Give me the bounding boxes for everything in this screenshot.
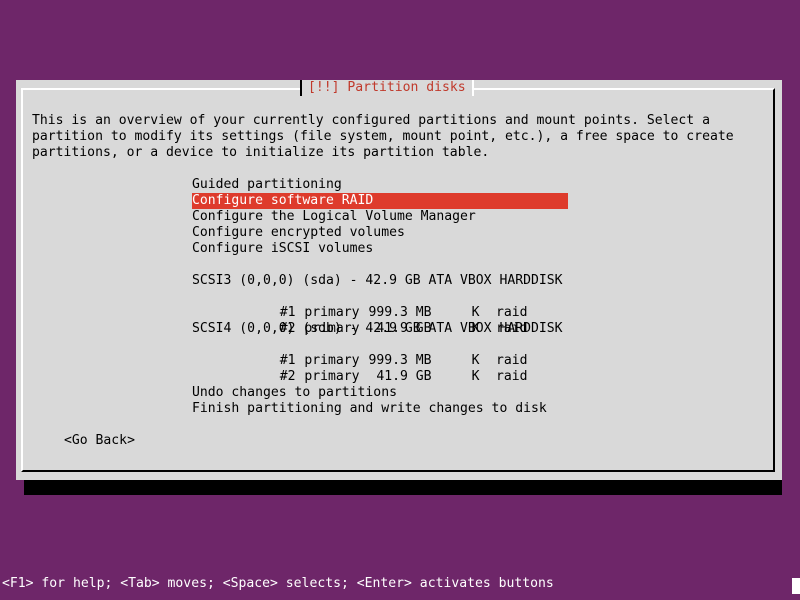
- partition-disks-dialog: [!!] Partition disks This is an overview…: [16, 80, 782, 480]
- disk-entry-sda[interactable]: SCSI3 (0,0,0) (sda) - 42.9 GB ATA VBOX H…: [192, 273, 563, 289]
- menu-item-configure-encrypted-volumes[interactable]: Configure encrypted volumes: [192, 225, 568, 241]
- intro-text-line-3: partitions, or a device to initialize it…: [32, 145, 490, 160]
- menu-item-undo-changes[interactable]: Undo changes to partitions: [192, 385, 568, 401]
- partition-entry-sda2[interactable]: #2 primary 41.9 GB Kraid: [192, 305, 528, 336]
- menu-item-configure-software-raid[interactable]: Configure software RAID: [192, 193, 568, 209]
- intro-text-line-1: This is an overview of your currently co…: [32, 113, 710, 128]
- partition-size: 41.9 GB: [376, 369, 432, 384]
- partition-entry-sdb2[interactable]: #2 primary 41.9 GB Kraid: [192, 353, 528, 384]
- terminal-cursor: [792, 578, 800, 594]
- menu-item-guided-partitioning[interactable]: Guided partitioning: [192, 177, 568, 193]
- disk-entry-sdb[interactable]: SCSI4 (0,0,0) (sdb) - 42.9 GB ATA VBOX H…: [192, 321, 563, 337]
- partition-type: primary: [304, 369, 360, 384]
- menu-item-configure-iscsi-volumes[interactable]: Configure iSCSI volumes: [192, 241, 568, 257]
- partition-number: #2: [279, 369, 296, 384]
- partition-entry-sdb1[interactable]: #1 primary 999.3 MB Kraid: [192, 337, 528, 368]
- menu-item-configure-lvm[interactable]: Configure the Logical Volume Manager: [192, 209, 568, 225]
- intro-text-line-2: partition to modify its settings (file s…: [32, 129, 734, 144]
- partition-filesystem: raid: [496, 369, 528, 384]
- menu-item-finish-partitioning[interactable]: Finish partitioning and write changes to…: [192, 401, 568, 417]
- go-back-button[interactable]: <Go Back>: [64, 433, 135, 449]
- dialog-title: [!!] Partition disks: [300, 80, 474, 96]
- help-bar: <F1> for help; <Tab> moves; <Space> sele…: [0, 576, 800, 592]
- partition-entry-sda1[interactable]: #1 primary 999.3 MB Kraid: [192, 289, 528, 320]
- partition-flag: K: [471, 369, 480, 384]
